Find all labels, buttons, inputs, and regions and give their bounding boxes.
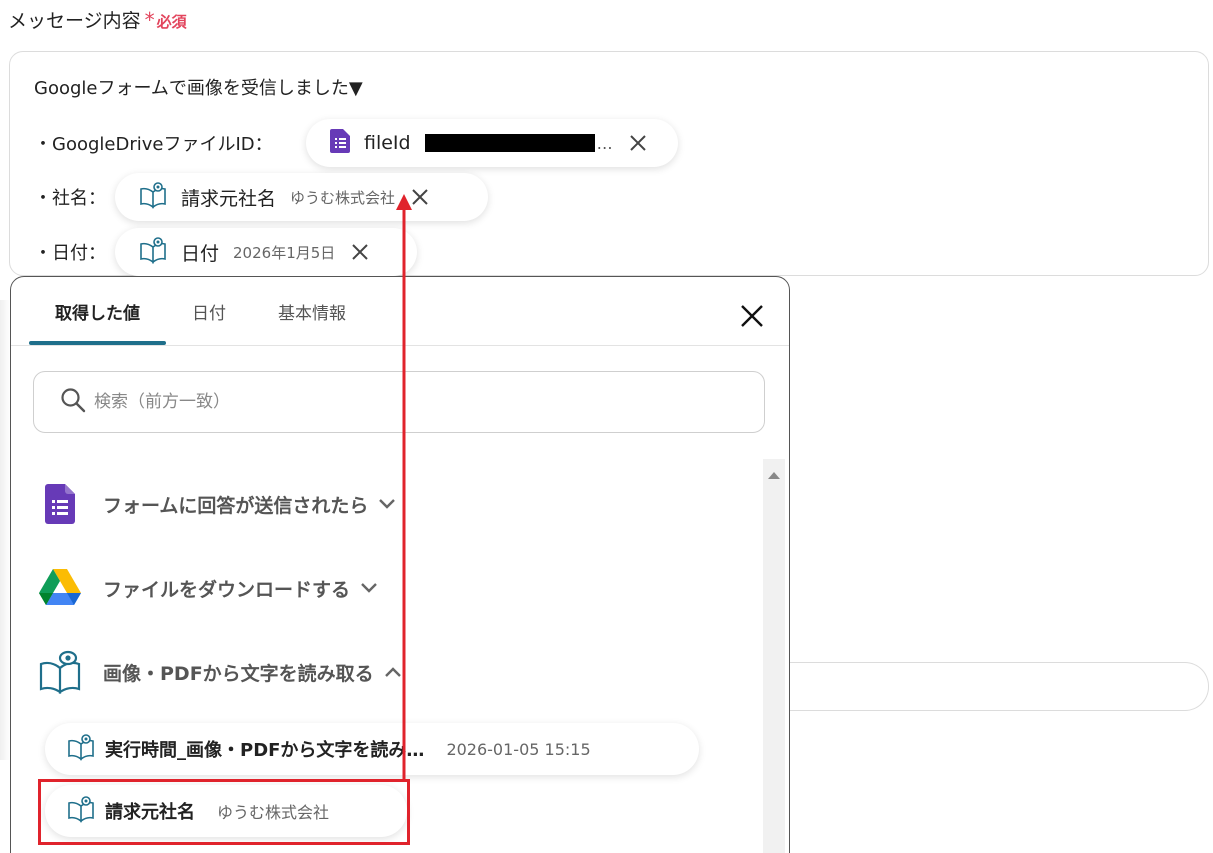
- chip-date-label: 日付: [181, 242, 220, 265]
- search-input[interactable]: [94, 392, 694, 412]
- message-line-1: Googleフォームで画像を受信しました▼: [34, 78, 363, 99]
- message-line-3: ・社名：: [34, 188, 106, 209]
- chip-company-label: 請求元社名: [181, 187, 277, 210]
- section-label: フォームに回答が送信されたら: [103, 494, 369, 517]
- value-item-label: 実行時間_画像・PDFから文字を読み…: [105, 740, 425, 761]
- background-shadow: [0, 300, 10, 760]
- search-icon: [60, 387, 86, 417]
- chip-company[interactable]: 請求元社名 ゆうむ株式会社: [115, 173, 488, 221]
- value-item-value: ゆうむ株式会社: [217, 803, 330, 822]
- google-drive-icon: [35, 563, 85, 613]
- field-label: メッセージ内容 * 必須: [8, 6, 187, 33]
- value-item-label: 請求元社名: [105, 802, 195, 823]
- remove-company-icon[interactable]: [409, 186, 431, 208]
- chevron-down-icon[interactable]: [360, 582, 378, 594]
- required-badge: 必須: [156, 13, 187, 31]
- chip-company-value: ゆうむ株式会社: [290, 188, 396, 207]
- ocr-book-icon: [67, 795, 95, 827]
- chevron-down-icon[interactable]: [378, 498, 396, 510]
- chip-fileid-label: fileId: [364, 132, 411, 154]
- scroll-up-arrow-icon[interactable]: [767, 465, 781, 484]
- search-box[interactable]: [33, 371, 765, 433]
- chevron-up-icon[interactable]: [384, 666, 402, 678]
- chip-fileid[interactable]: fileId …: [306, 119, 678, 167]
- chip-date[interactable]: 日付 2026年1月5日: [115, 228, 417, 276]
- close-icon: [741, 305, 763, 327]
- redacted-value: [424, 134, 595, 152]
- tab-basic-info[interactable]: 基本情報: [252, 277, 372, 345]
- field-label-text: メッセージ内容: [8, 10, 141, 32]
- scrollbar[interactable]: [763, 459, 785, 853]
- message-line-4: ・日付：: [34, 243, 106, 264]
- value-item-value: 2026-01-05 15:15: [446, 739, 591, 759]
- tabs-divider: [11, 345, 789, 346]
- google-forms-icon: [35, 479, 85, 529]
- section-label: ファイルをダウンロードする: [103, 578, 351, 601]
- picker-tabs: 取得した値 日付 基本情報: [29, 277, 372, 345]
- tab-obtained-values[interactable]: 取得した値: [29, 277, 166, 345]
- message-line-2: ・GoogleDriveファイルID：: [34, 134, 273, 155]
- ocr-book-icon: [139, 236, 167, 268]
- close-picker-button[interactable]: [737, 301, 767, 331]
- ocr-book-icon: [67, 733, 95, 765]
- screen: メッセージ内容 * 必須 Googleフォームで画像を受信しました▼ ・Google…: [0, 0, 1213, 853]
- google-forms-icon: [330, 129, 350, 157]
- section-label: 画像・PDFから文字を読み取る: [103, 662, 374, 685]
- ocr-book-icon: [139, 181, 167, 213]
- required-star: *: [144, 8, 155, 32]
- value-item-company[interactable]: 請求元社名 ゆうむ株式会社: [45, 785, 407, 837]
- chip-date-value: 2026年1月5日: [233, 243, 336, 262]
- value-picker-panel: 取得した値 日付 基本情報 フォームに回答が送信されたら: [10, 276, 790, 853]
- value-item-exec-time[interactable]: 実行時間_画像・PDFから文字を読み… 2026-01-05 15:15: [45, 723, 699, 775]
- ocr-book-icon: [35, 647, 85, 697]
- background-input-field[interactable]: [790, 662, 1209, 711]
- chip-fileid-value: …: [596, 133, 613, 153]
- section-ocr[interactable]: 画像・PDFから文字を読み取る: [35, 647, 402, 697]
- section-form-submitted[interactable]: フォームに回答が送信されたら: [35, 479, 396, 529]
- remove-date-icon[interactable]: [349, 241, 371, 263]
- remove-fileid-icon[interactable]: [627, 132, 649, 154]
- section-download-file[interactable]: ファイルをダウンロードする: [35, 563, 378, 613]
- tab-date[interactable]: 日付: [166, 277, 252, 345]
